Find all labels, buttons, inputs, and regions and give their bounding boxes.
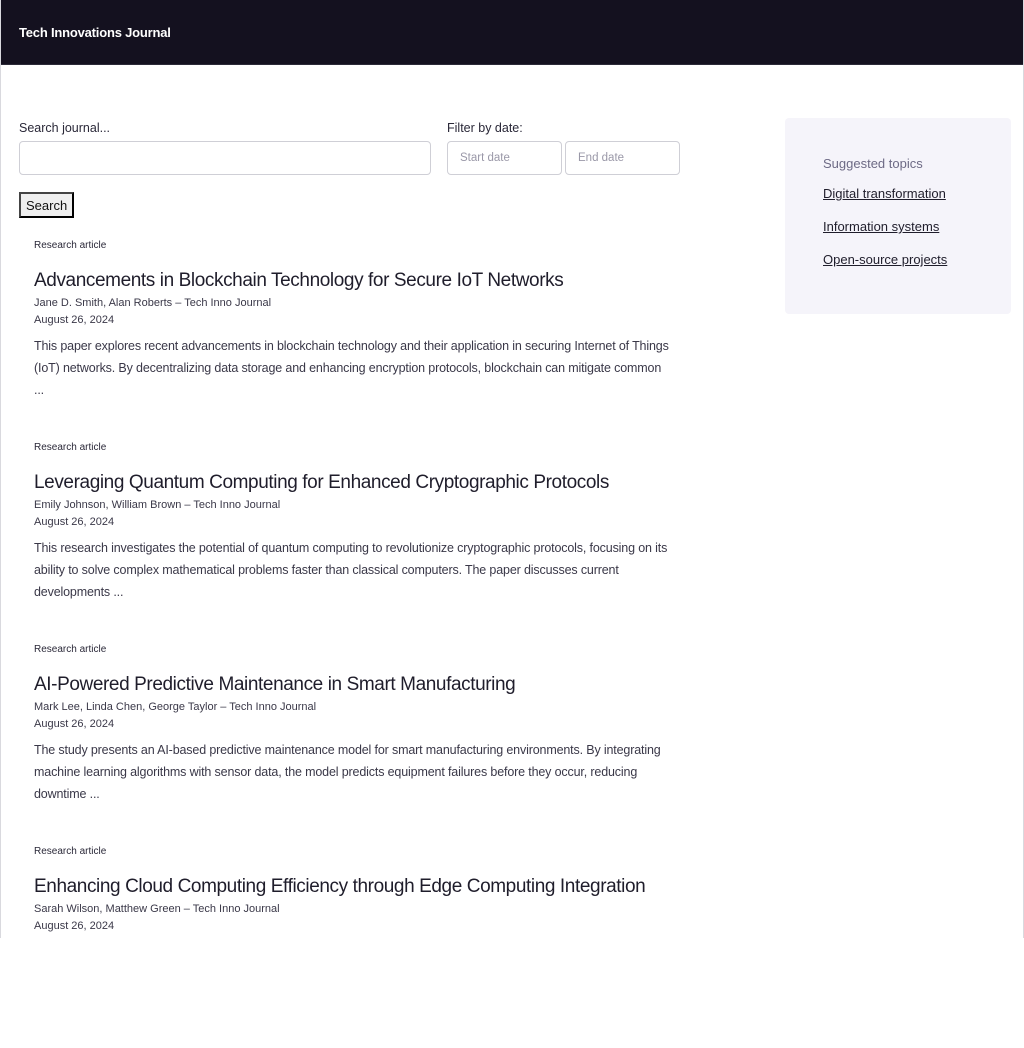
article-abstract: This paper explores recent advancements … xyxy=(34,339,669,397)
topic-link-information-systems[interactable]: Information systems xyxy=(823,219,1011,234)
article-item: Research article Leveraging Quantum Comp… xyxy=(34,442,681,644)
article-date: August 26, 2024 xyxy=(34,516,115,528)
article-list: Research article Advancements in Blockch… xyxy=(19,240,681,1048)
topic-link-digital-transformation[interactable]: Digital transformation xyxy=(823,186,1011,201)
article-item: Research article Advancements in Blockch… xyxy=(34,240,681,442)
date-filter-label: Filter by date: xyxy=(447,121,523,135)
search-field-group: Search journal... xyxy=(19,121,431,175)
article-type: Research article xyxy=(34,442,107,453)
article-title-link[interactable]: Enhancing Cloud Computing Efficiency thr… xyxy=(34,876,681,898)
end-date-input[interactable] xyxy=(565,141,680,175)
article-item: Research article AI-Powered Predictive M… xyxy=(34,644,681,846)
article-type: Research article xyxy=(34,644,107,655)
start-date-input[interactable] xyxy=(447,141,562,175)
site-brand[interactable]: Tech Innovations Journal xyxy=(19,25,171,40)
article-type: Research article xyxy=(34,240,107,251)
article-abstract: This research investigates the potential… xyxy=(34,541,668,599)
article-date: August 26, 2024 xyxy=(34,718,115,730)
article-item: Research article Enhancing Cloud Computi… xyxy=(34,846,681,1048)
article-title-link[interactable]: AI-Powered Predictive Maintenance in Sma… xyxy=(34,674,681,696)
suggested-topics-heading: Suggested topics xyxy=(823,156,923,171)
topic-link-open-source-projects[interactable]: Open-source projects xyxy=(823,252,1011,267)
search-button[interactable]: Search xyxy=(19,192,75,218)
article-date: August 26, 2024 xyxy=(34,920,115,932)
search-input[interactable] xyxy=(19,141,431,175)
date-filter-group: Filter by date: xyxy=(447,121,680,175)
top-navigation-bar: Tech Innovations Journal xyxy=(1,0,1023,65)
search-label: Search journal... xyxy=(19,121,111,135)
article-authors: Sarah Wilson, Matthew Green – Tech Inno … xyxy=(34,903,280,915)
date-inputs xyxy=(447,141,680,175)
article-abstract: The study presents an AI-based predictiv… xyxy=(34,743,661,801)
article-authors: Mark Lee, Linda Chen, George Taylor – Te… xyxy=(34,701,317,713)
article-authors: Jane D. Smith, Alan Roberts – Tech Inno … xyxy=(34,297,272,309)
main-content: Search journal... Filter by date: Search… xyxy=(19,121,681,1048)
suggested-topics-panel: Suggested topics Digital transformation … xyxy=(785,118,1011,314)
article-title-link[interactable]: Advancements in Blockchain Technology fo… xyxy=(34,270,681,292)
article-date: August 26, 2024 xyxy=(34,314,115,326)
article-authors: Emily Johnson, William Brown – Tech Inno… xyxy=(34,499,281,511)
search-form: Search journal... Filter by date: xyxy=(19,121,681,175)
article-title-link[interactable]: Leveraging Quantum Computing for Enhance… xyxy=(34,472,681,494)
article-type: Research article xyxy=(34,846,107,857)
